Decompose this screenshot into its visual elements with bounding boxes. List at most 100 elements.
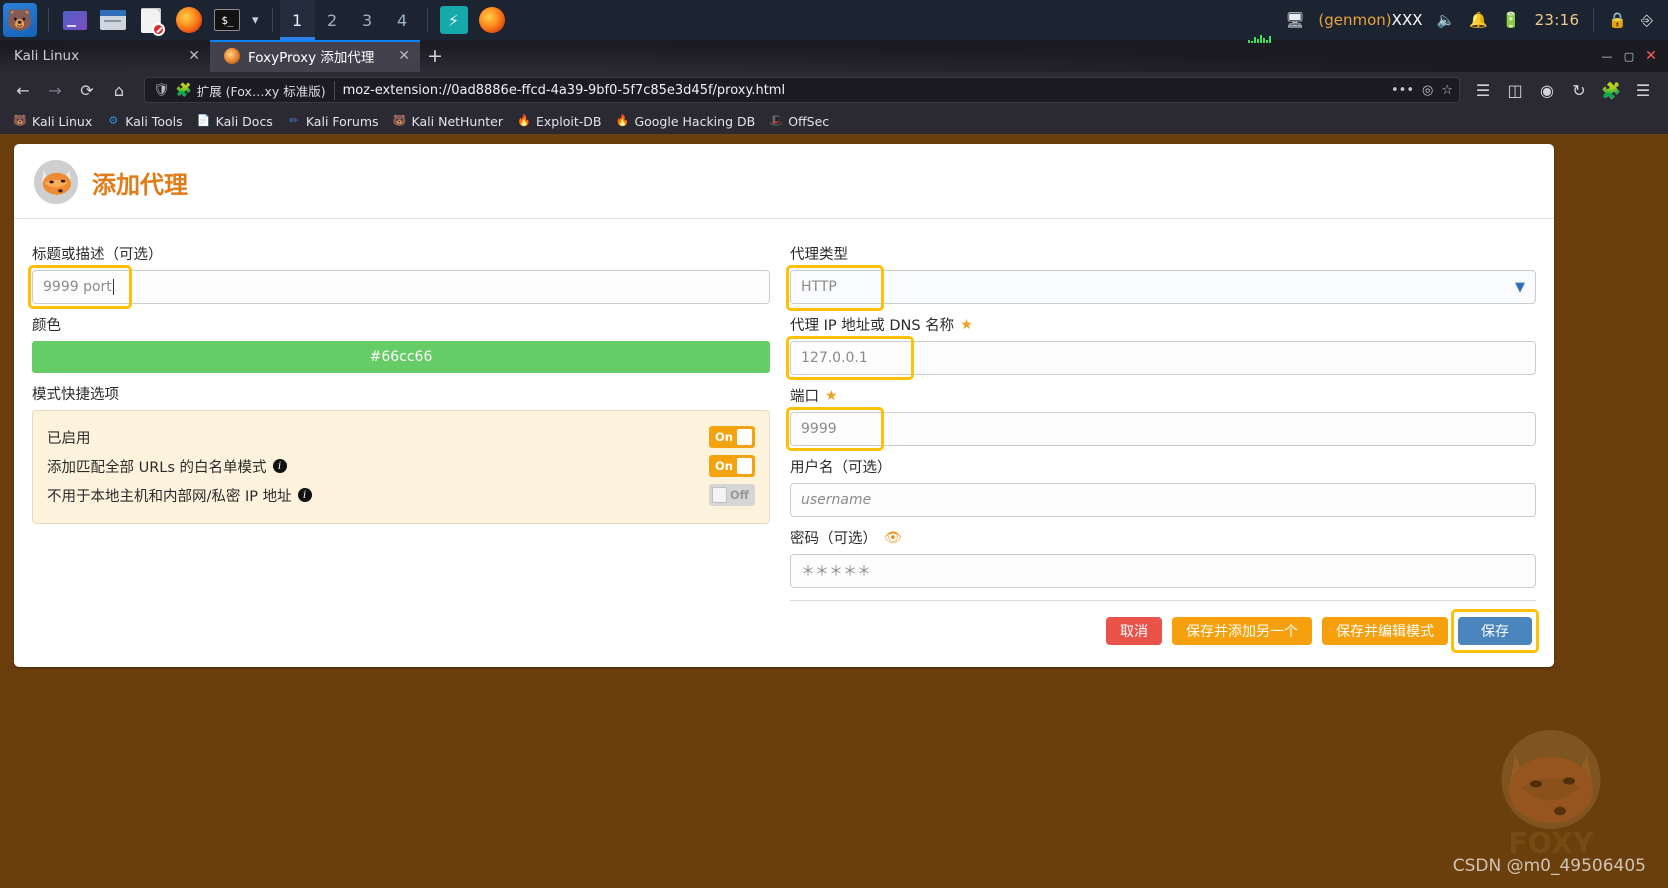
files-icon	[63, 10, 87, 30]
bookmark-google-hacking-db[interactable]: 🔥 Google Hacking DB	[608, 112, 762, 131]
bookmark-label: Exploit-DB	[536, 113, 602, 129]
bell-icon[interactable]: 🔔	[1469, 11, 1488, 29]
address-bar[interactable]: 🛡 🧩 扩展 (Fox…xy 标准版) moz-extension://0ad8…	[144, 77, 1460, 103]
workspace-3[interactable]: 3	[350, 0, 385, 40]
bookmark-kali-nethunter[interactable]: 🐻 Kali NetHunter	[386, 112, 510, 131]
sync-icon[interactable]: ↻	[1564, 75, 1594, 105]
proxy-type-label: 代理类型	[790, 247, 848, 263]
workspace-switcher: 1 2 3 4	[279, 0, 420, 40]
hamburger-menu-icon[interactable]: ☰	[1628, 75, 1658, 105]
shield-icon[interactable]: 🛡	[153, 83, 170, 98]
launcher-file-manager[interactable]	[97, 4, 129, 36]
volume-icon[interactable]: 🔈	[1437, 11, 1456, 29]
password-input[interactable]: ＊＊＊＊＊	[790, 554, 1536, 588]
firefox-icon	[176, 7, 202, 33]
bookmark-offsec[interactable]: 🎩 OffSec	[762, 112, 836, 131]
save-add-another-button[interactable]: 保存并添加另一个	[1172, 617, 1312, 645]
toggle-enabled[interactable]: On	[709, 426, 755, 448]
tab-foxyproxy[interactable]: FoxyProxy 添加代理 ✕	[210, 40, 420, 72]
toggle-whitelist[interactable]: On	[709, 455, 755, 477]
color-swatch[interactable]: #66cc66	[32, 341, 770, 373]
page-actions-icon[interactable]: •••	[1391, 83, 1414, 98]
page-content: FOXY CSDN @m0_49506405 添加代理 标题或描述（可选） 99…	[0, 134, 1668, 888]
bookmark-label: Kali Forums	[305, 113, 379, 129]
mode-shortcut-panel: 已启用 On 添加匹配全部 URLs 的白名单模式 i On 不用于本地主机和内…	[32, 410, 770, 524]
launcher-text-editor[interactable]	[135, 4, 167, 36]
workspace-4[interactable]: 4	[385, 0, 420, 40]
required-star-icon: ★	[960, 316, 973, 333]
proxy-port-input[interactable]: 9999	[790, 412, 1536, 446]
minimize-button[interactable]: —	[1596, 40, 1618, 72]
taskbar-firefox-window[interactable]	[476, 4, 508, 36]
display-icon[interactable]: 🖥	[1285, 11, 1304, 29]
proxy-host-input[interactable]: 127.0.0.1	[790, 341, 1536, 375]
tab-title: FoxyProxy 添加代理	[248, 50, 375, 66]
title-input[interactable]: 9999 port	[32, 270, 770, 304]
proxy-port-label: 端口 ★	[790, 387, 838, 406]
proxy-form: 标题或描述（可选） 9999 port 颜色 #66cc66 模式快捷选项 已启…	[14, 219, 1554, 667]
sidebar-icon[interactable]: ◫	[1500, 75, 1530, 105]
logout-icon[interactable]: ⎆	[1641, 11, 1653, 29]
launcher-bolt[interactable]: ⚡	[438, 4, 470, 36]
url-text: moz-extension://0ad8886e-ffcd-4a39-9bf0-…	[342, 82, 786, 98]
shortcut-label: 模式快捷选项	[32, 387, 119, 403]
clock[interactable]: 23:16	[1535, 11, 1580, 29]
tab-title: Kali Linux	[14, 48, 80, 64]
bookmark-exploit-db[interactable]: 🔥 Exploit-DB	[510, 112, 608, 131]
toolbar-right-buttons: ☰ ◫ ◉ ↻ 🧩 ☰	[1468, 75, 1660, 105]
cancel-button[interactable]: 取消	[1106, 617, 1162, 645]
card-header: 添加代理	[14, 144, 1554, 219]
new-tab-button[interactable]: +	[420, 40, 450, 72]
add-proxy-card: 添加代理 标题或描述（可选） 9999 port 颜色 #66cc66 模式快捷…	[14, 144, 1554, 667]
username-input[interactable]: username	[790, 483, 1536, 517]
tab-strip: Kali Linux ✕ FoxyProxy 添加代理 ✕ + — ▢ ✕	[0, 40, 1668, 72]
pocket-icon[interactable]: ◎	[1422, 83, 1433, 98]
lock-icon[interactable]: 🔒	[1608, 11, 1627, 29]
battery-icon[interactable]: 🔋	[1502, 11, 1521, 29]
bookmark-label: Kali Docs	[215, 113, 273, 129]
info-icon[interactable]: i	[272, 459, 287, 473]
close-icon[interactable]: ✕	[398, 48, 410, 64]
extensions-icon[interactable]: 🧩	[1596, 75, 1626, 105]
bookmark-kali-forums[interactable]: ✏ Kali Forums	[280, 112, 386, 131]
launcher-firefox[interactable]	[173, 4, 205, 36]
eye-icon[interactable]: 👁	[884, 530, 902, 546]
kali-icon: 🐻	[13, 114, 27, 127]
save-button[interactable]: 保存	[1458, 617, 1532, 645]
genmon-label: (genmon) XXX	[1318, 11, 1423, 29]
workspace-2[interactable]: 2	[315, 0, 350, 40]
bookmark-kali-tools[interactable]: ⚙ Kali Tools	[99, 112, 189, 131]
maximize-button[interactable]: ▢	[1618, 40, 1640, 72]
launcher-app-gradient[interactable]	[59, 4, 91, 36]
close-window-button[interactable]: ✕	[1640, 40, 1662, 72]
required-star-icon: ★	[825, 387, 838, 404]
chevron-down-icon[interactable]: ▾	[246, 13, 265, 28]
library-icon[interactable]: ☰	[1468, 75, 1498, 105]
kali-menu-button[interactable]: 🐻	[3, 3, 37, 37]
text-caret	[112, 279, 114, 295]
proxy-type-select[interactable]: HTTP ▼	[790, 270, 1536, 304]
bookmarks-toolbar: 🐻 Kali Linux ⚙ Kali Tools 📄 Kali Docs ✏ …	[0, 108, 1668, 134]
star-icon[interactable]: ☆	[1441, 83, 1453, 98]
bookmark-kali-linux[interactable]: 🐻 Kali Linux	[6, 112, 99, 131]
account-icon[interactable]: ◉	[1532, 75, 1562, 105]
workspace-1[interactable]: 1	[279, 0, 315, 40]
forums-icon: ✏	[289, 114, 299, 127]
toggle-no-local[interactable]: Off	[709, 484, 755, 506]
bookmark-kali-docs[interactable]: 📄 Kali Docs	[190, 112, 280, 131]
panel-divider	[48, 8, 49, 32]
back-button[interactable]: ←	[8, 75, 38, 105]
close-icon[interactable]: ✕	[188, 48, 200, 64]
home-button[interactable]: ⌂	[104, 75, 134, 105]
forward-button[interactable]: →	[40, 75, 70, 105]
reload-button[interactable]: ⟳	[72, 75, 102, 105]
panel-launchers: 🐻 $_ ▾ 1 2 3 4 ⚡	[0, 0, 511, 40]
tab-kali-linux[interactable]: Kali Linux ✕	[0, 40, 210, 72]
bookmark-label: Google Hacking DB	[634, 113, 756, 129]
extension-identity-chip[interactable]: 🧩 扩展 (Fox…xy 标准版)	[176, 80, 335, 100]
save-edit-patterns-button[interactable]: 保存并编辑模式	[1322, 617, 1448, 645]
launcher-terminal[interactable]: $_	[211, 4, 243, 36]
terminal-icon: $_	[214, 9, 240, 31]
info-icon[interactable]: i	[297, 488, 312, 502]
cpu-graph-icon	[1248, 24, 1284, 43]
